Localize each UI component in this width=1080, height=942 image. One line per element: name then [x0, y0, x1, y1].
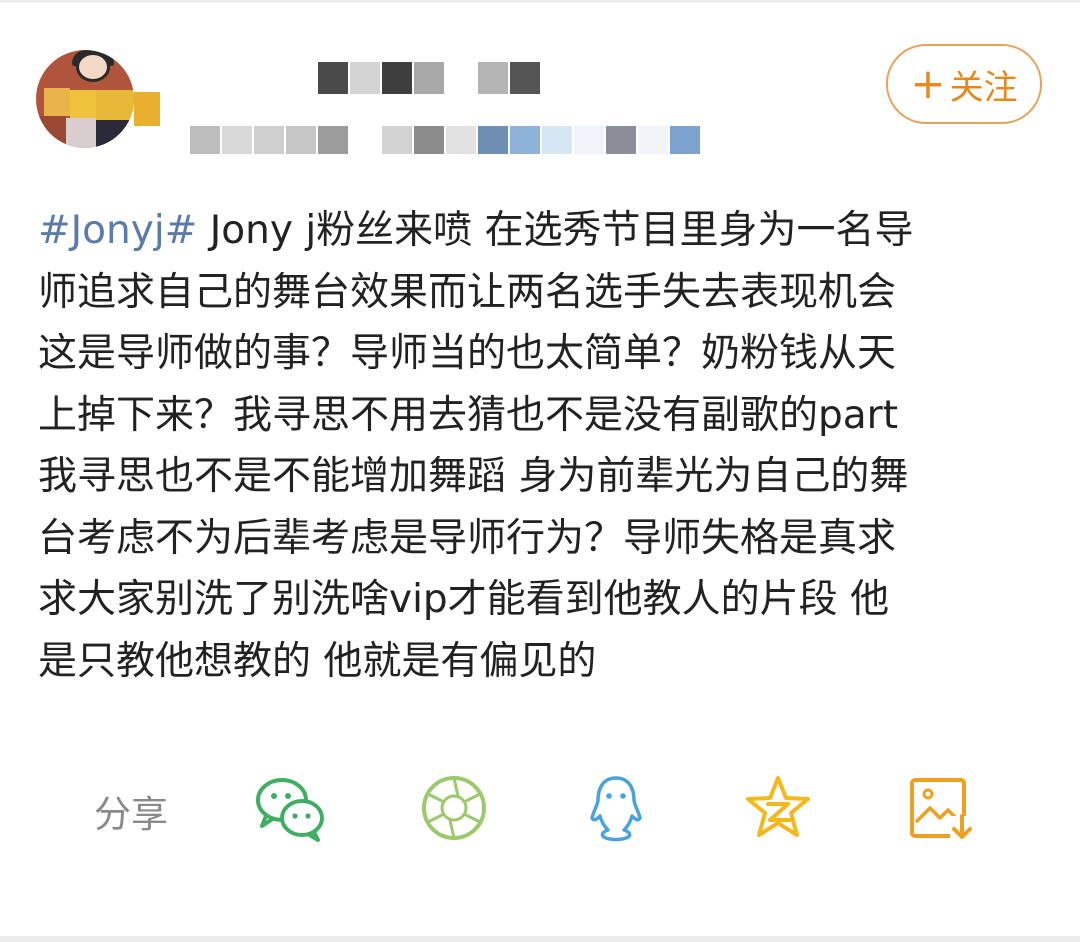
post-line: 这是导师做的事？导师当的也太简单？奶粉钱从天 — [38, 331, 897, 376]
post-line: 我寻思也不是不能增加舞蹈 身为前辈光为自己的舞 — [38, 454, 909, 499]
share-label: 分享 — [94, 793, 168, 836]
moments-share-button[interactable] — [418, 772, 490, 844]
save-image-icon — [910, 778, 974, 842]
avatar[interactable] — [36, 50, 134, 148]
wechat-share-button[interactable] — [254, 772, 326, 844]
moments-icon — [422, 776, 486, 840]
qzone-share-button[interactable] — [742, 772, 814, 844]
qq-share-button[interactable] — [580, 772, 652, 844]
post-line: 是只教他想教的 他就是有偏见的 — [38, 638, 597, 684]
post-line: 台考虑不为后辈考虑是导师行为？导师失格是真求 — [38, 515, 897, 561]
bottom-divider — [0, 936, 1080, 942]
post-line: #Jonyj# Jony j粉丝来喷 在选秀节目里身为一名导 — [38, 208, 914, 253]
avatar-badge-mosaic — [134, 92, 160, 126]
post-line: 师追求自己的舞台效果而让两名选手失去表现机会 — [38, 269, 897, 315]
post-line: 上掉下来？我寻思不用去猜也不是没有副歌的part — [38, 392, 898, 438]
plus-icon: + — [910, 59, 946, 108]
follow-label: 关注 — [949, 67, 1018, 108]
post-text: #Jonyj# Jony j粉丝来喷 在选秀节目里身为一名导 师追求自己的舞台效… — [38, 200, 1042, 692]
save-image-share-button[interactable] — [906, 772, 978, 844]
qzone-icon — [746, 776, 810, 837]
follow-button[interactable]: + 关注 — [886, 44, 1042, 124]
top-divider — [0, 0, 1080, 3]
wechat-icon — [256, 778, 324, 842]
hashtag-link[interactable]: #Jonyj# — [38, 208, 197, 253]
qq-icon — [590, 776, 642, 842]
post-line: 求大家别洗了别洗啥vip才能看到他教人的片段 他 — [38, 577, 890, 622]
